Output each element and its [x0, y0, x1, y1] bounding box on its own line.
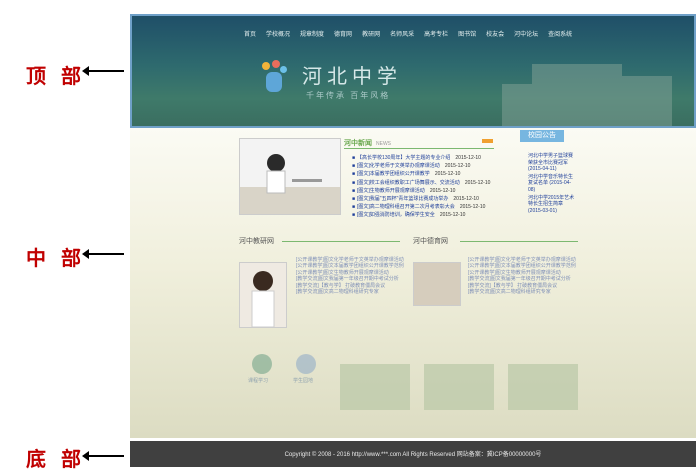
course-link[interactable]: 课程学习 [248, 377, 268, 384]
notice-item[interactable]: 河北中学2015年艺术特长生招生简章 (2015-03-01) [528, 195, 576, 215]
moral-section-title: 河中德育网 [413, 238, 448, 245]
gallery-thumb[interactable] [508, 364, 578, 410]
news-item-title[interactable]: [图文]校工会组织教职工广场舞展示、交流活动 [357, 180, 460, 186]
bullet-icon: ■ [352, 155, 356, 161]
divider [460, 241, 578, 242]
copyright-text: Copyright © 2008 - 2016 http://www.***.c… [284, 452, 542, 458]
arrow-icon [82, 66, 124, 76]
nav-item[interactable]: 查阅系统 [548, 29, 572, 38]
nav-item[interactable]: 德育网 [334, 29, 352, 38]
teaching-item[interactable]: [教学交流]图文高二物理科组研究专家 [296, 289, 408, 295]
school-motto: 千年传承 百年风格 [306, 91, 391, 100]
bullet-icon: ■ [352, 212, 356, 219]
news-item-date: 2015-12-10 [439, 212, 466, 219]
news-item-title[interactable]: [图文]生物教师开展观摩课活动 [357, 188, 425, 194]
news-item[interactable]: ■ 【高长学校130周年】大学主题的专业介绍 2015-12-10 [352, 154, 490, 162]
annotation-top: 顶 部 [26, 64, 85, 88]
news-item[interactable]: ■ [图文]生物教师开展观摩课活动 2015-12-10 [352, 187, 490, 195]
bullet-icon: ■ [352, 171, 356, 178]
moral-photo[interactable] [413, 262, 461, 306]
notice-title: 校园公告 [520, 130, 564, 142]
gallery-thumb[interactable] [424, 364, 494, 410]
notice-item[interactable]: 河北中学男子篮球赛荣获全市比赛冠军 (2015-04-11) [528, 153, 576, 173]
notice-list: 河北中学男子篮球赛荣获全市比赛冠军 (2015-04-11) 河北中学音乐特长生复… [528, 153, 576, 215]
news-item-date: 2015-12-10 [444, 163, 471, 170]
nav-item[interactable]: 学校概况 [266, 29, 290, 38]
bullet-icon: ■ [352, 196, 356, 203]
moral-item[interactable]: [公开课教学]图文本届教学团组织公开课教学范例 [468, 263, 582, 269]
news-item[interactable]: ■ [图文]我届"五四杯"青年篮球比赛成功举办 2015-12-10 [352, 195, 490, 203]
main-nav: 首页 学校概况 规章制度 德育网 教研网 名师风采 高考专栏 图书馆 校友会 河中论坛 查阅系统 [244, 29, 572, 38]
nav-item[interactable]: 教研网 [362, 29, 380, 38]
news-list: ■ 【高长学校130周年】大学主题的专业介绍 2015-12-10 ■ [图文]化学老师… [352, 154, 490, 220]
news-item[interactable]: ■ [图文]如强消防培训，确保学生安全 2015-12-10 [352, 211, 490, 219]
more-tag[interactable] [482, 139, 493, 143]
news-section-title: 河中新闻 NEWS [344, 140, 391, 147]
news-item-date: 2015-12-10 [429, 187, 456, 194]
arrow-icon [82, 249, 124, 259]
news-item[interactable]: ■ [图文]高二物理科组召开第二次月考表彰大会 2015-12-10 [352, 203, 490, 211]
news-photo[interactable] [239, 138, 341, 215]
notice-item[interactable]: 河北中学音乐特长生复试名单 (2015-04-08) [528, 174, 576, 194]
student-icon[interactable] [296, 354, 316, 374]
news-item-title[interactable]: [图文]高二物理科组召开第二次月考表彰大会 [357, 204, 455, 210]
nav-item[interactable]: 校友会 [486, 29, 504, 38]
annotation-middle: 中 部 [26, 246, 85, 270]
nav-item[interactable]: 图书馆 [458, 29, 476, 38]
bullet-icon: ■ [352, 187, 356, 194]
news-item-date: 2015-12-10 [453, 196, 479, 203]
arrow-icon [82, 451, 124, 461]
main-content: 河中新闻 NEWS ■ 【高长学校130周年】大学主题的专业介绍 2015-12-10… [130, 128, 696, 438]
bullet-icon: ■ [352, 163, 356, 170]
news-item-date: 2015-12-10 [455, 155, 481, 161]
teaching-item[interactable]: [教学交流]图文我届第一年级召开期中考试分析 [296, 276, 408, 282]
moral-list: [公开课教学]图文化学老师于文英举办观摩课活动 [公开课教学]图文本届教学团组织公… [468, 257, 582, 295]
news-item-date: 2015-12-10 [434, 171, 461, 178]
news-item-date: 2015-12-10 [464, 179, 491, 186]
page: 顶 部 中 部 底 部 首页 学校概况 规章制度 德育网 教研网 名师风采 高考专栏 图书馆校… [0, 0, 699, 472]
school-name: 河北中学 [302, 64, 402, 88]
teaching-list: [公开课教学]图文化学老师于文英举办观摩课活动 [公开课教学]图文本届教学团组织公… [296, 257, 408, 295]
building-image [462, 54, 682, 126]
annotation-bottom: 底 部 [26, 447, 85, 471]
gallery-thumb[interactable] [340, 364, 410, 410]
news-item[interactable]: ■ [图文]化学老师于文英举办观摩课活动 2015-12-10 [352, 162, 490, 170]
site-footer: Copyright © 2008 - 2016 http://www.***.c… [130, 441, 696, 467]
news-item[interactable]: ■ [图文]校工会组织教职工广场舞展示、交流活动 2015-12-10 [352, 179, 490, 187]
news-item-title[interactable]: 【高长学校130周年】大学主题的专业介绍 [357, 155, 450, 161]
course-icon[interactable] [252, 354, 272, 374]
nav-item[interactable]: 规章制度 [300, 29, 324, 38]
moral-item[interactable]: [教学交流]图文我届第一年级召开期中考试分析 [468, 276, 582, 282]
news-item-title[interactable]: [图文]化学老师于文英举办观摩课活动 [357, 163, 440, 169]
nav-item[interactable]: 高考专栏 [424, 29, 448, 38]
student-link[interactable]: 学生园地 [293, 377, 313, 384]
moral-item[interactable]: [教学交流]图文高二物理科组研究专家 [468, 289, 582, 295]
site-header: 首页 学校概况 规章制度 德育网 教研网 名师风采 高考专栏 图书馆 校友会 河中论坛 查阅系统 河… [130, 14, 696, 128]
news-item-title[interactable]: [图文]本届教学团组织公开课教学 [357, 171, 430, 177]
teaching-section-title: 河中教研网 [239, 238, 274, 245]
news-item-title[interactable]: [图文]如强消防培训，确保学生安全 [357, 212, 435, 218]
nav-item[interactable]: 河中论坛 [514, 29, 538, 38]
bullet-icon: ■ [352, 179, 356, 186]
school-logo-icon [260, 60, 288, 94]
bullet-icon: ■ [352, 204, 356, 211]
nav-item[interactable]: 名师风采 [390, 29, 414, 38]
teaching-photo[interactable] [239, 262, 287, 328]
news-item-date: 2015-12-10 [459, 204, 486, 211]
news-item[interactable]: ■ [图文]本届教学团组织公开课教学 2015-12-10 [352, 170, 490, 178]
nav-item[interactable]: 首页 [244, 29, 256, 38]
divider [282, 241, 400, 242]
divider [344, 148, 494, 149]
teaching-item[interactable]: [公开课教学]图文本届教学团组织公开课教学范例 [296, 263, 408, 269]
news-item-title[interactable]: [图文]我届"五四杯"青年篮球比赛成功举办 [357, 196, 448, 202]
